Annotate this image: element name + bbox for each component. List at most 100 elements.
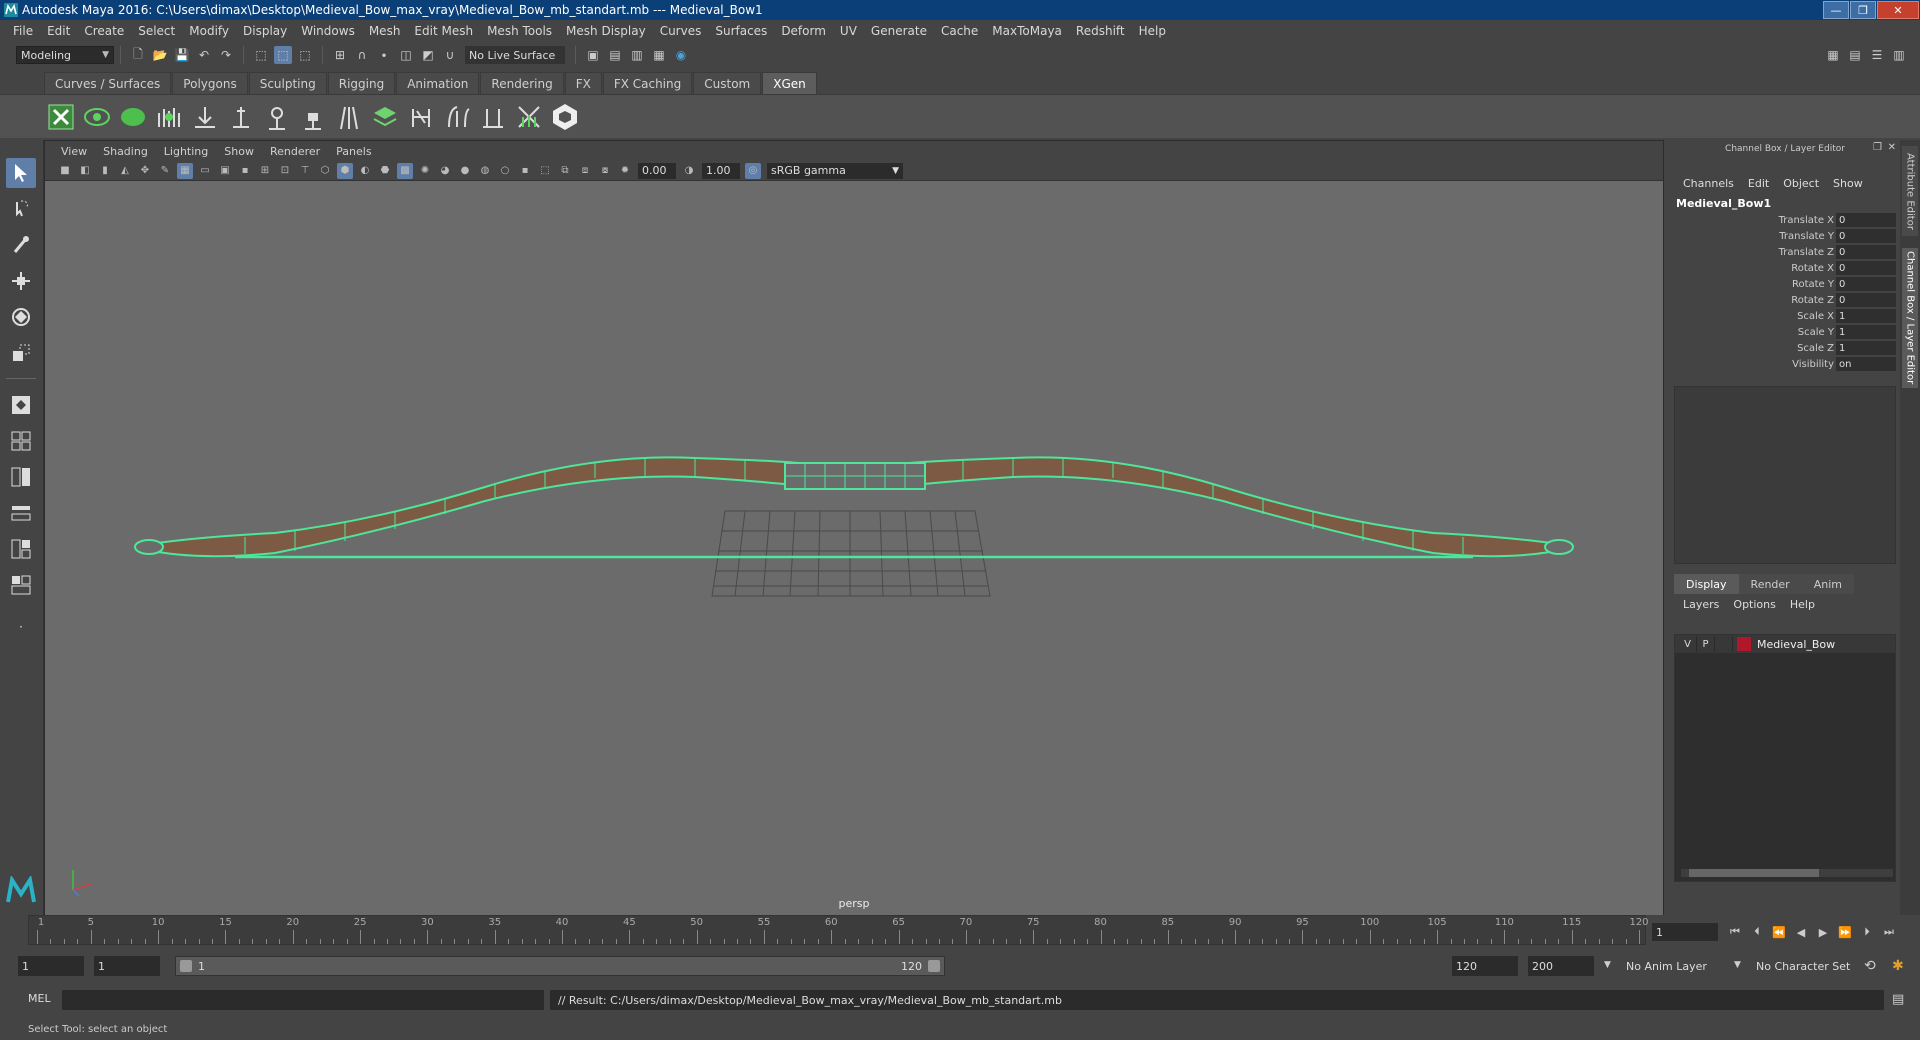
chevron-down-icon[interactable]: ▼ (1604, 960, 1611, 970)
select-component-icon[interactable]: ⬚ (296, 46, 314, 64)
range-start-handle[interactable] (180, 960, 192, 972)
character-set-dropdown[interactable]: No Character Set (1750, 956, 1870, 976)
attribute-value-field[interactable]: 0 (1836, 277, 1896, 291)
shadows-icon[interactable]: ◕ (437, 163, 453, 179)
more-layouts-icon[interactable]: · (6, 612, 36, 642)
go-to-end-icon[interactable]: ⏭ (1878, 923, 1900, 941)
undo-icon[interactable]: ↶ (195, 46, 213, 64)
shelf-tab-xgen[interactable]: XGen (762, 72, 817, 94)
maximize-button[interactable]: ❐ (1850, 1, 1876, 19)
graph-editor-layout-icon[interactable] (6, 534, 36, 564)
film-gate-icon[interactable]: ▭ (197, 163, 213, 179)
animation-end-field[interactable]: 200 (1528, 956, 1594, 976)
panel-menu-panels[interactable]: Panels (328, 145, 379, 158)
view-transform-dropdown[interactable]: sRGB gamma ▼ (767, 162, 903, 179)
horizontal-scrollbar[interactable] (1681, 869, 1893, 877)
attribute-label[interactable]: Scale X (1670, 311, 1836, 322)
show-menu[interactable]: Show (1826, 177, 1870, 190)
snap-view-plane-icon[interactable]: ◫ (397, 46, 415, 64)
shelf-tab-sculpting[interactable]: Sculpting (248, 72, 327, 94)
xray-icon[interactable]: ⧉ (557, 163, 573, 179)
shelf-tab-fx[interactable]: FX (564, 72, 602, 94)
xgen-guides-to-curves-icon[interactable] (478, 101, 508, 133)
render-frame-icon[interactable]: ▤ (606, 46, 624, 64)
attribute-value-field[interactable]: 1 (1836, 325, 1896, 339)
four-view-layout-icon[interactable] (6, 426, 36, 456)
float-panel-icon[interactable]: ❐ (1873, 142, 1882, 153)
xgen-remove-guide-icon[interactable] (190, 101, 220, 133)
menu-help[interactable]: Help (1132, 24, 1173, 38)
redo-icon[interactable]: ↷ (217, 46, 235, 64)
xgen-create-description-icon[interactable] (118, 101, 148, 133)
menu-curves[interactable]: Curves (653, 24, 709, 38)
mel-command-input[interactable] (62, 990, 544, 1010)
edit-menu[interactable]: Edit (1741, 177, 1776, 190)
xgen-rotate-guide-icon[interactable] (262, 101, 292, 133)
single-perspective-view-icon[interactable] (6, 390, 36, 420)
color-management-icon[interactable]: ◎ (745, 162, 761, 179)
attribute-label[interactable]: Scale Y (1670, 327, 1836, 338)
attribute-label[interactable]: Rotate X (1670, 263, 1836, 274)
help-menu[interactable]: Help (1783, 598, 1822, 611)
depth-of-field-icon[interactable]: ▪ (517, 163, 533, 179)
layer-row[interactable]: V P Medieval_Bow (1675, 635, 1895, 653)
2d-pan-zoom-icon[interactable]: ✥ (137, 163, 153, 179)
menu-edit[interactable]: Edit (40, 24, 77, 38)
attribute-value-field[interactable]: 1 (1836, 341, 1896, 355)
wireframe-icon[interactable]: ⬡ (317, 163, 333, 179)
menu-modify[interactable]: Modify (182, 24, 236, 38)
open-scene-icon[interactable]: 📂 (151, 46, 169, 64)
channel-box-toggle-icon[interactable]: ▥ (1890, 46, 1908, 64)
textured-icon[interactable]: ▩ (397, 162, 413, 179)
attribute-label[interactable]: Translate Z (1670, 247, 1836, 258)
wireframe-on-shaded-icon[interactable]: ⬣ (377, 163, 393, 179)
shelf-tab-animation[interactable]: Animation (396, 72, 480, 94)
exposure-field[interactable]: 0.00 (638, 162, 676, 179)
menu-maxtomaya[interactable]: MaxToMaya (985, 24, 1069, 38)
step-forward-key-icon[interactable]: ⏩ (1834, 923, 1856, 941)
menu-redshift[interactable]: Redshift (1069, 24, 1132, 38)
render-view-icon[interactable]: ▣ (584, 46, 602, 64)
render-settings-icon[interactable]: ▦ (650, 46, 668, 64)
gamma-field[interactable]: 1.00 (702, 162, 740, 179)
two-view-layout-icon[interactable] (6, 462, 36, 492)
safe-action-icon[interactable]: ⊡ (277, 163, 293, 179)
object-menu[interactable]: Object (1776, 177, 1826, 190)
animation-preferences-icon[interactable]: ✱ (1892, 958, 1904, 974)
xgen-layers-icon[interactable] (370, 101, 400, 133)
rotate-tool-icon[interactable] (6, 302, 36, 332)
step-forward-frame-icon[interactable]: ⏵ (1856, 923, 1878, 941)
menu-cache[interactable]: Cache (934, 24, 985, 38)
snap-point-icon[interactable]: ∙ (375, 46, 393, 64)
chevron-down-icon[interactable]: ▼ (1734, 960, 1741, 970)
smooth-shade-icon[interactable]: ⬢ (337, 162, 353, 179)
panel-menu-lighting[interactable]: Lighting (156, 145, 216, 158)
select-hierarchy-icon[interactable]: ⬚ (252, 46, 270, 64)
grid-toggle-icon[interactable]: ▦ (177, 162, 193, 179)
options-menu[interactable]: Options (1726, 598, 1782, 611)
field-chart-icon[interactable]: ⊞ (257, 163, 273, 179)
motion-blur-icon[interactable]: ◍ (477, 163, 493, 179)
menu-deform[interactable]: Deform (774, 24, 833, 38)
play-backwards-icon[interactable]: ◀ (1790, 923, 1812, 941)
menu-file[interactable]: File (6, 24, 40, 38)
xgen-add-guide-icon[interactable] (154, 101, 184, 133)
shelf-tab-fx-caching[interactable]: FX Caching (602, 72, 693, 94)
select-tool-icon[interactable] (6, 158, 36, 188)
layer-name[interactable]: Medieval_Bow (1757, 638, 1835, 651)
current-frame-field[interactable]: 1 (1652, 923, 1718, 941)
select-object-icon[interactable]: ⬚ (274, 46, 292, 64)
shelf-tab-custom[interactable]: Custom (693, 72, 762, 94)
attribute-editor-toggle-icon[interactable]: ☰ (1868, 46, 1886, 64)
outliner-layout-icon[interactable] (6, 498, 36, 528)
modeling-toolkit-icon[interactable]: ▤ (1846, 46, 1864, 64)
auto-key-icon[interactable]: ⟲ (1864, 958, 1876, 974)
xgen-guide-length-icon[interactable] (334, 101, 364, 133)
menu-create[interactable]: Create (77, 24, 131, 38)
safe-title-icon[interactable]: ⊤ (297, 163, 313, 179)
camera-attributes-icon[interactable]: ◧ (77, 163, 93, 179)
xgen-move-guide-icon[interactable] (226, 101, 256, 133)
snap-grid-icon[interactable]: ⊞ (331, 46, 349, 64)
script-language-label[interactable]: MEL (28, 992, 51, 1005)
screen-space-ao-icon[interactable]: ● (457, 163, 473, 179)
